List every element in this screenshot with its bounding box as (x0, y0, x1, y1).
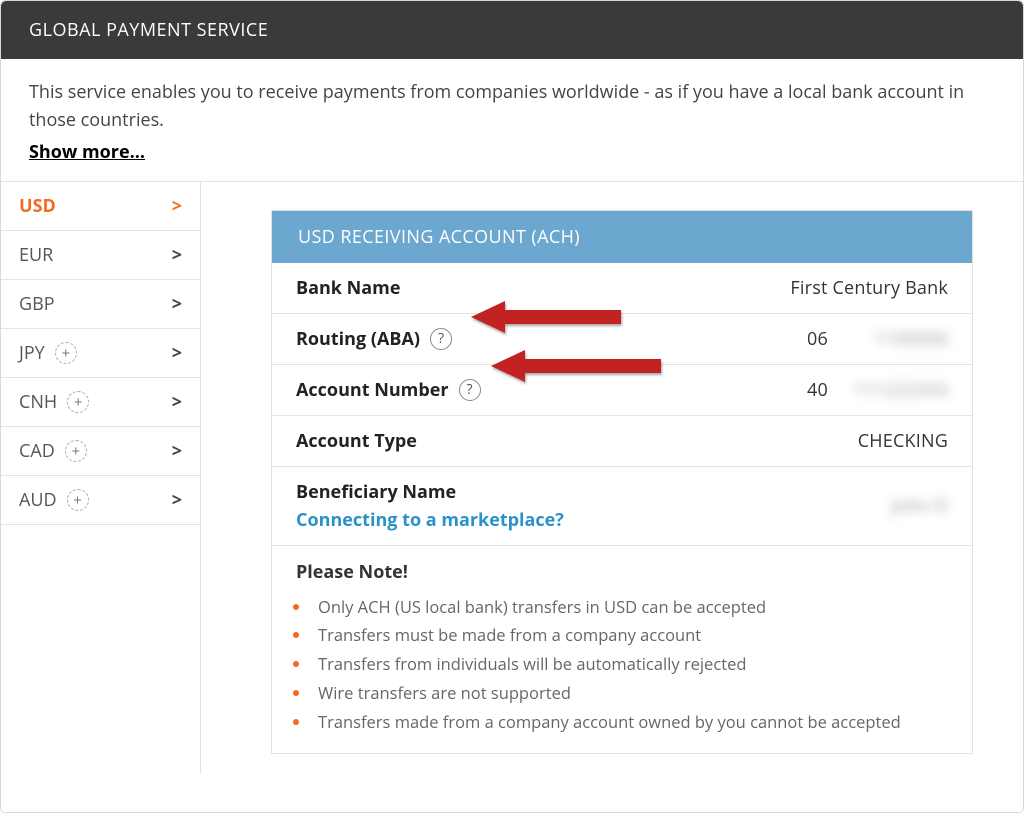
note-block: Please Note! Only ACH (US local bank) tr… (272, 546, 972, 754)
add-currency-icon[interactable]: + (67, 489, 89, 511)
receiving-account-panel: USD RECEIVING ACCOUNT (ACH) Bank Name Fi… (271, 210, 973, 755)
chevron-right-icon: > (172, 292, 182, 316)
chevron-right-icon: > (172, 488, 182, 512)
value-account-type: CHECKING (858, 429, 948, 453)
currency-cnh[interactable]: CNH + > (1, 378, 200, 427)
row-beneficiary: Beneficiary Name Connecting to a marketp… (272, 467, 972, 546)
panel-title: USD RECEIVING ACCOUNT (ACH) (272, 211, 972, 263)
row-bank-name: Bank Name First Century Bank (272, 263, 972, 314)
label-beneficiary: Beneficiary Name (296, 480, 456, 504)
row-account-type: Account Type CHECKING (272, 416, 972, 467)
note-title: Please Note! (296, 560, 948, 584)
page-title: GLOBAL PAYMENT SERVICE (1, 1, 1023, 59)
currency-cad[interactable]: CAD + > (1, 427, 200, 476)
note-item: Wire transfers are not supported (312, 678, 948, 707)
main-body: USD > EUR > GBP > JPY + > CNH (1, 181, 1023, 775)
currency-label: GBP (19, 292, 55, 316)
value-account-number-prefix: 40 (807, 378, 828, 402)
add-currency-icon[interactable]: + (55, 342, 77, 364)
currency-label: USD (19, 194, 56, 218)
add-currency-icon[interactable]: + (67, 391, 89, 413)
note-item: Transfers from individuals will be autom… (312, 649, 948, 678)
currency-label: JPY (19, 341, 45, 365)
chevron-right-icon: > (172, 439, 182, 463)
value-routing: 061100000 (807, 327, 948, 351)
note-list: Only ACH (US local bank) transfers in US… (296, 592, 948, 736)
add-currency-icon[interactable]: + (65, 440, 87, 462)
label-bank-name: Bank Name (296, 276, 400, 300)
value-beneficiary-hidden: John D (828, 494, 948, 518)
currency-gbp[interactable]: GBP > (1, 280, 200, 329)
currency-label: CAD (19, 439, 55, 463)
note-item: Transfers must be made from a company ac… (312, 620, 948, 649)
intro-text: This service enables you to receive paym… (29, 79, 995, 135)
help-icon[interactable]: ? (430, 328, 452, 350)
connecting-marketplace-link[interactable]: Connecting to a marketplace? (296, 508, 564, 532)
help-icon[interactable]: ? (459, 379, 481, 401)
label-account-number: Account Number (296, 378, 449, 402)
row-routing: Routing (ABA) ? 061100000 (272, 314, 972, 365)
note-item: Only ACH (US local bank) transfers in US… (312, 592, 948, 621)
chevron-right-icon: > (172, 341, 182, 365)
currency-sidebar: USD > EUR > GBP > JPY + > CNH (1, 182, 201, 775)
value-routing-hidden: 1100000 (828, 327, 948, 351)
currency-jpy[interactable]: JPY + > (1, 329, 200, 378)
currency-label: EUR (19, 243, 53, 267)
currency-usd[interactable]: USD > (1, 182, 200, 231)
chevron-right-icon: > (172, 243, 182, 267)
content-area: USD RECEIVING ACCOUNT (ACH) Bank Name Fi… (201, 182, 1023, 775)
currency-label: CNH (19, 390, 57, 414)
label-routing: Routing (ABA) (296, 327, 420, 351)
currency-label: AUD (19, 488, 57, 512)
value-bank-name: First Century Bank (790, 276, 948, 300)
intro-block: This service enables you to receive paym… (1, 59, 1023, 181)
value-account-number-hidden: 111222333 (828, 378, 948, 402)
chevron-right-icon: > (172, 194, 182, 218)
show-more-link[interactable]: Show more... (29, 139, 145, 167)
label-account-type: Account Type (296, 429, 417, 453)
value-account-number: 40111222333 (807, 378, 948, 402)
page: GLOBAL PAYMENT SERVICE This service enab… (0, 0, 1024, 813)
row-account-number: Account Number ? 40111222333 (272, 365, 972, 416)
currency-aud[interactable]: AUD + > (1, 476, 200, 525)
chevron-right-icon: > (172, 390, 182, 414)
note-item: Transfers made from a company account ow… (312, 707, 948, 736)
value-routing-prefix: 06 (807, 327, 828, 351)
currency-eur[interactable]: EUR > (1, 231, 200, 280)
